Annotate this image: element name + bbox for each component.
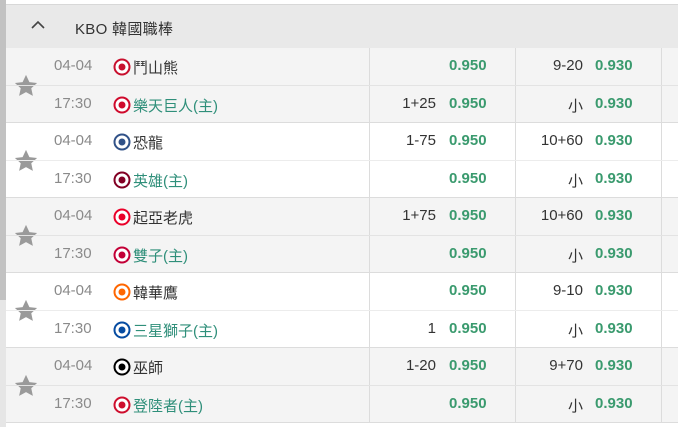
team-name-home[interactable]: 英雄(主)	[133, 170, 188, 191]
team-name-home[interactable]: 三星獅子(主)	[133, 320, 218, 341]
over-under-odds[interactable]: 0.930	[595, 357, 633, 374]
match-time: 17:30	[54, 95, 92, 112]
team-name-away[interactable]: 韓華鷹	[133, 282, 178, 303]
over-under-odds[interactable]: 0.930	[595, 207, 633, 224]
handicap-odds[interactable]: 0.950	[449, 95, 487, 112]
over-under-odds[interactable]: 0.930	[595, 282, 633, 299]
match-time: 17:30	[54, 245, 92, 262]
over-under-line: 小	[567, 398, 583, 415]
over-under-odds[interactable]: 0.930	[595, 395, 633, 412]
handicap-value: 1+25	[402, 95, 436, 112]
over-under-line: 9+70	[549, 357, 583, 374]
team-name-away[interactable]: 巫師	[133, 357, 163, 378]
over-under-line: 10+60	[540, 207, 583, 224]
handicap-odds[interactable]: 0.950	[449, 357, 487, 374]
handicap-value: 1-20	[405, 357, 436, 374]
handicap-value: 1-75	[405, 132, 436, 149]
over-under-odds[interactable]: 0.930	[595, 320, 633, 337]
match-date: 04-04	[54, 207, 93, 224]
league-title: KBO 韓國職棒	[75, 21, 174, 38]
match-row: 04-04 恐龍 1-75 0.950 10+60 0.930 17:30 英雄…	[6, 123, 678, 198]
team-row-away: 04-04 巫師 1-20 0.950 9+70 0.930	[6, 348, 678, 385]
match-time: 17:30	[54, 320, 92, 337]
handicap-odds[interactable]: 0.950	[449, 207, 487, 224]
team-name-away[interactable]: 起亞老虎	[133, 207, 193, 228]
league-header[interactable]: KBO 韓國職棒	[6, 4, 678, 48]
team-name-home[interactable]: 登陸者(主)	[133, 395, 203, 416]
handicap-odds[interactable]: 0.950	[449, 57, 487, 74]
over-under-line: 小	[567, 98, 583, 115]
team-row-home: 17:30 樂天巨人(主) 1+25 0.950 小 0.930	[6, 85, 678, 122]
team-logo-icon	[113, 283, 131, 301]
team-logo-icon	[113, 133, 131, 151]
team-logo-icon	[113, 58, 131, 76]
team-row-away: 04-04 韓華鷹 0.950 9-10 0.930	[6, 273, 678, 310]
handicap-value: 1	[427, 320, 436, 337]
team-logo-icon	[113, 358, 131, 376]
match-date: 04-04	[54, 357, 93, 374]
team-row-away: 04-04 恐龍 1-75 0.950 10+60 0.930	[6, 123, 678, 160]
team-row-home: 17:30 英雄(主) 0.950 小 0.930	[6, 160, 678, 197]
team-logo-icon	[113, 208, 131, 226]
match-date: 04-04	[54, 282, 93, 299]
handicap-odds[interactable]: 0.950	[449, 170, 487, 187]
handicap-odds[interactable]: 0.950	[449, 282, 487, 299]
team-row-home: 17:30 雙子(主) 0.950 小 0.930	[6, 235, 678, 272]
over-under-line: 小	[567, 323, 583, 340]
team-logo-icon	[113, 246, 131, 264]
match-row: 04-04 巫師 1-20 0.950 9+70 0.930 17:30 登陸者…	[6, 348, 678, 423]
over-under-odds[interactable]: 0.930	[595, 170, 633, 187]
handicap-odds[interactable]: 0.950	[449, 132, 487, 149]
over-under-line: 9-10	[552, 282, 583, 299]
match-date: 04-04	[54, 57, 93, 74]
match-date: 04-04	[54, 132, 93, 149]
team-name-away[interactable]: 恐龍	[133, 132, 163, 153]
handicap-odds[interactable]: 0.950	[449, 320, 487, 337]
team-logo-icon	[113, 321, 131, 339]
handicap-value: 1+75	[402, 207, 436, 224]
over-under-line: 10+60	[540, 132, 583, 149]
over-under-odds[interactable]: 0.930	[595, 132, 633, 149]
match-row: 04-04 韓華鷹 0.950 9-10 0.930 17:30 三星獅子(主)…	[6, 273, 678, 348]
chevron-up-icon[interactable]	[28, 15, 48, 35]
team-logo-icon	[113, 396, 131, 414]
handicap-odds[interactable]: 0.950	[449, 395, 487, 412]
over-under-line: 小	[567, 248, 583, 265]
over-under-line: 小	[567, 173, 583, 190]
team-row-home: 17:30 登陸者(主) 0.950 小 0.930	[6, 385, 678, 422]
team-logo-icon	[113, 96, 131, 114]
match-row: 04-04 鬥山熊 0.950 9-20 0.930 17:30 樂天巨人(主)…	[6, 48, 678, 123]
team-row-away: 04-04 起亞老虎 1+75 0.950 10+60 0.930	[6, 198, 678, 235]
match-row: 04-04 起亞老虎 1+75 0.950 10+60 0.930 17:30	[6, 198, 678, 273]
handicap-odds[interactable]: 0.950	[449, 245, 487, 262]
over-under-odds[interactable]: 0.930	[595, 57, 633, 74]
over-under-odds[interactable]: 0.930	[595, 245, 633, 262]
match-time: 17:30	[54, 395, 92, 412]
team-row-home: 17:30 三星獅子(主) 1 0.950 小 0.930	[6, 310, 678, 347]
over-under-odds[interactable]: 0.930	[595, 95, 633, 112]
team-name-home[interactable]: 樂天巨人(主)	[133, 95, 218, 116]
team-logo-icon	[113, 171, 131, 189]
over-under-line: 9-20	[552, 57, 583, 74]
team-row-away: 04-04 鬥山熊 0.950 9-20 0.930	[6, 48, 678, 85]
team-name-away[interactable]: 鬥山熊	[133, 57, 178, 78]
match-time: 17:30	[54, 170, 92, 187]
team-name-home[interactable]: 雙子(主)	[133, 245, 188, 266]
